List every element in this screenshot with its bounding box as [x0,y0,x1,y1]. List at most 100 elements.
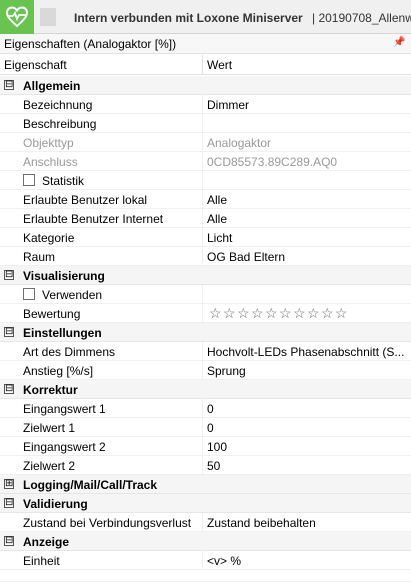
category-label: Visualisierung [23,269,105,283]
properties-panel-header: Eigenschaften (Analogaktor [%]) 📌 [0,34,411,54]
property-name: Erlaubte Benutzer lokal [23,193,148,207]
statistik-checkbox[interactable] [23,174,35,186]
property-name: Anschluss [23,155,78,169]
collapse-icon[interactable]: ⊟ [4,79,14,90]
property-row-anstieg[interactable]: Anstieg [%/s] Sprung [0,361,411,380]
title-separator [40,8,56,26]
property-value[interactable]: <v> % [207,554,407,568]
star-icon[interactable]: ☆ [321,306,335,321]
collapse-icon[interactable]: ⊟ [4,535,14,546]
category-label: Korrektur [23,383,78,397]
property-row-kategorie[interactable]: Kategorie Licht [0,228,411,247]
property-row-anschluss: Anschluss 0CD85573.89C289.AQ0 [0,152,411,171]
star-icon[interactable]: ☆ [335,306,349,321]
column-divider[interactable] [202,55,203,75]
property-row-beschreibung[interactable]: Beschreibung [0,114,411,133]
property-value[interactable]: 100 [207,440,407,454]
category-logging[interactable]: ⊞ Logging/Mail/Call/Track [0,475,411,494]
row-divider [202,133,203,152]
collapse-icon[interactable]: ⊟ [4,269,14,280]
rating-stars[interactable]: ☆☆☆☆☆☆☆☆☆☆ [209,306,349,321]
row-divider [202,190,203,209]
star-icon[interactable]: ☆ [209,306,223,321]
category-einstellungen[interactable]: ⊟ Einstellungen [0,323,411,342]
column-header-property[interactable]: Eigenschaft [4,58,67,72]
property-value[interactable]: 0 [207,421,407,435]
category-visualisierung[interactable]: ⊟ Visualisierung [0,266,411,285]
property-row-objekttyp: Objekttyp Analogaktor [0,133,411,152]
property-value[interactable]: Sprung [207,364,407,378]
property-value[interactable]: OG Bad Eltern [207,250,407,264]
property-row-benutzer-internet[interactable]: Erlaubte Benutzer Internet Alle [0,209,411,228]
property-name: Kategorie [23,231,75,245]
property-value[interactable]: Alle [207,212,407,226]
property-row-verwenden[interactable]: Verwenden [0,285,411,304]
heart-pulse-icon [5,6,29,28]
property-row-bezeichnung[interactable]: Bezeichnung Dimmer [0,95,411,114]
category-label: Einstellungen [23,326,102,340]
property-value[interactable]: Zustand beibehalten [207,516,407,530]
property-value[interactable]: Hochvolt-LEDs Phasenabschnitt (S... [207,345,407,359]
row-divider [202,361,203,380]
window-title: Intern verbunden mit Loxone Miniserver [74,11,303,25]
property-value[interactable]: Dimmer [207,98,407,112]
star-icon[interactable]: ☆ [293,306,307,321]
column-header-value[interactable]: Wert [207,58,232,72]
star-icon[interactable]: ☆ [251,306,265,321]
property-row-zielwert-1[interactable]: Zielwert 1 0 [0,418,411,437]
app-logo[interactable] [0,0,34,34]
star-icon[interactable]: ☆ [279,306,293,321]
collapse-icon[interactable]: ⊟ [4,497,14,508]
category-korrektur[interactable]: ⊟ Korrektur [0,380,411,399]
row-divider [202,95,203,114]
property-value[interactable]: Alle [207,193,407,207]
category-allgemein[interactable]: ⊟ Allgemein [0,76,411,95]
property-row-eingangswert-2[interactable]: Eingangswert 2 100 [0,437,411,456]
property-name: Anstieg [%/s] [23,364,94,378]
collapse-icon[interactable]: ⊟ [4,326,14,337]
row-divider [202,456,203,475]
property-row-zustand[interactable]: Zustand bei Verbindungsverlust Zustand b… [0,513,411,532]
property-name: Raum [23,250,56,264]
row-divider [202,171,203,190]
category-anzeige[interactable]: ⊟ Anzeige [0,532,411,551]
row-divider [202,228,203,247]
property-value[interactable]: 0 [207,402,407,416]
property-row-raum[interactable]: Raum OG Bad Eltern [0,247,411,266]
category-label: Allgemein [23,79,81,93]
property-row-dimmart[interactable]: Art des Dimmens Hochvolt-LEDs Phasenabsc… [0,342,411,361]
property-row-statistik[interactable]: Statistik [0,171,411,190]
property-row-einheit[interactable]: Einheit <v> % [0,551,411,570]
star-icon[interactable]: ☆ [237,306,251,321]
property-row-benutzer-lokal[interactable]: Erlaubte Benutzer lokal Alle [0,190,411,209]
row-divider [202,247,203,266]
star-icon[interactable]: ☆ [265,306,279,321]
row-divider [202,399,203,418]
checkbox-label: Verwenden [42,288,103,302]
category-validierung[interactable]: ⊟ Validierung [0,494,411,513]
property-value[interactable]: Licht [207,231,407,245]
property-value[interactable]: 50 [207,459,407,473]
title-bar: Intern verbunden mit Loxone Miniserver |… [0,0,411,34]
property-name: Einheit [23,554,60,568]
row-divider [202,418,203,437]
star-icon[interactable]: ☆ [307,306,321,321]
property-row-eingangswert-1[interactable]: Eingangswert 1 0 [0,399,411,418]
property-name: Eingangswert 1 [23,402,106,416]
property-row-zielwert-2[interactable]: Zielwert 2 50 [0,456,411,475]
pin-icon[interactable]: 📌 [393,37,405,48]
property-name: Eingangswert 2 [23,440,106,454]
collapse-icon[interactable]: ⊟ [4,383,14,394]
property-name: Zielwert 2 [23,459,76,473]
row-divider [202,437,203,456]
row-divider [202,285,203,304]
property-name: Beschreibung [23,117,97,131]
row-divider [202,342,203,361]
column-header: Eigenschaft Wert [0,55,411,75]
empty-row [0,570,411,582]
expand-icon[interactable]: ⊞ [4,478,14,489]
property-row-bewertung[interactable]: Bewertung ☆☆☆☆☆☆☆☆☆☆ [0,304,411,323]
property-name: Erlaubte Benutzer Internet [23,212,164,226]
star-icon[interactable]: ☆ [223,306,237,321]
verwenden-checkbox[interactable] [23,288,35,300]
